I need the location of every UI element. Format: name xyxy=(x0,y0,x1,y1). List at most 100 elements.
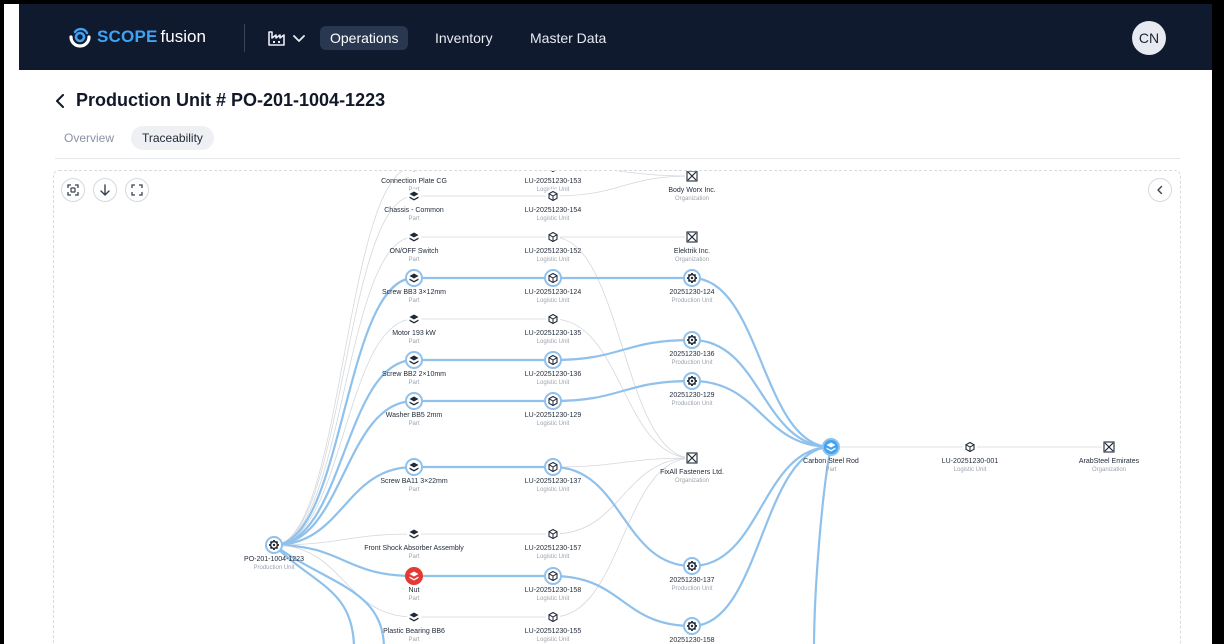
graph-node-p3[interactable]: Screw BB3 3×12mm Part xyxy=(382,269,446,304)
node-type-label: Part xyxy=(408,637,419,643)
graph-node-p10[interactable]: Plastic Bearing BB6 Part xyxy=(383,610,445,643)
graph-node-p6[interactable]: Washer BB5 2mm Part xyxy=(386,392,443,427)
node-label: LU-20251230-154 xyxy=(525,207,582,214)
node-label: Connection Plate CG xyxy=(381,178,447,185)
graph-node-l10[interactable]: LU-20251230-155 Logistic Unit xyxy=(525,610,582,643)
graph-node-l3[interactable]: LU-20251230-124 Logistic Unit xyxy=(525,269,582,304)
graph-node-l9[interactable]: LU-20251230-158 Logistic Unit xyxy=(525,567,582,602)
graph-node-l11[interactable]: LU-20251230-001 Logistic Unit xyxy=(942,440,999,473)
node-type-label: Part xyxy=(408,554,419,560)
node-label: LU-20251230-157 xyxy=(525,545,582,552)
node-type-label: Organization xyxy=(1092,467,1126,473)
node-label: Carbon Steel Rod xyxy=(803,458,859,465)
graph-edge xyxy=(273,171,404,546)
graph-edge xyxy=(273,399,415,547)
tab-overview[interactable]: Overview xyxy=(53,126,125,150)
chevron-left-icon xyxy=(56,94,64,108)
graph-node-p7[interactable]: Screw BA11 3×22mm Part xyxy=(380,458,448,493)
graph-node-l2[interactable]: LU-20251230-152 Logistic Unit xyxy=(525,230,582,263)
graph-node-l4[interactable]: LU-20251230-135 Logistic Unit xyxy=(525,312,582,345)
node-label: LU-20251230-153 xyxy=(525,178,582,185)
node-type-label: Organization xyxy=(675,478,709,484)
node-type-label: Logistic Unit xyxy=(537,554,570,560)
section-divider xyxy=(55,158,1180,159)
top-navigation-bar: SCOPE fusion Operations Inventory Master… xyxy=(19,4,1212,70)
logo-mark-icon xyxy=(69,27,91,48)
node-type-label: Organization xyxy=(675,196,709,202)
graph-edge xyxy=(273,236,415,546)
graph-node-p2[interactable]: ON/OFF Switch Part xyxy=(389,230,439,263)
header-divider xyxy=(244,24,245,52)
node-type-label: Part xyxy=(408,487,419,493)
node-label: Screw BA11 3×22mm xyxy=(380,478,448,485)
graph-node-u1[interactable]: 20251230-124 Production Unit xyxy=(669,269,715,304)
node-label: Elektrik Inc. xyxy=(674,248,710,255)
focus-frame-icon xyxy=(67,184,79,196)
graph-node-p1[interactable]: Chassis - Common Part xyxy=(384,189,444,222)
node-label: Screw BB3 3×12mm xyxy=(382,289,446,296)
download-button[interactable] xyxy=(93,178,117,202)
gear-icon xyxy=(687,273,697,283)
node-type-label: Logistic Unit xyxy=(537,298,570,304)
fit-view-button[interactable] xyxy=(61,178,85,202)
graph-edge xyxy=(273,318,415,546)
collapse-panel-button[interactable] xyxy=(1148,178,1172,202)
graph-node-p5[interactable]: Screw BB2 2×10mm Part xyxy=(382,351,446,386)
node-label: Motor 193 kW xyxy=(392,330,436,337)
graph-node-p4[interactable]: Motor 193 kW Part xyxy=(392,312,436,345)
gear-icon xyxy=(687,335,697,345)
site-switcher-button[interactable] xyxy=(267,26,311,50)
node-type-label: Part xyxy=(408,216,419,222)
graph-node-l7[interactable]: LU-20251230-137 Logistic Unit xyxy=(525,458,582,493)
node-type-label: Part xyxy=(408,380,419,386)
main-content: Production Unit # PO-201-1004-1223 Overv… xyxy=(19,70,1212,644)
back-button[interactable] xyxy=(55,90,71,112)
node-type-label: Production Unit xyxy=(671,586,712,592)
node-label: ArabSteel Emirates xyxy=(1079,458,1140,465)
node-type-label: Part xyxy=(408,339,419,345)
nav-item-inventory[interactable]: Inventory xyxy=(425,26,503,50)
scopefusion-logo[interactable]: SCOPE fusion xyxy=(67,24,206,50)
page-title: Production Unit # PO-201-1004-1223 xyxy=(76,90,386,110)
graph-node-o2[interactable]: Elektrik Inc. Organization xyxy=(674,230,710,263)
node-label: Screw BB2 2×10mm xyxy=(382,371,446,378)
node-label: LU-20251230-152 xyxy=(525,248,582,255)
graph-node-l5[interactable]: LU-20251230-136 Logistic Unit xyxy=(525,351,582,386)
node-type-label: Logistic Unit xyxy=(537,216,570,222)
node-type-label: Production Unit xyxy=(253,565,294,571)
app-window: SCOPE fusion Operations Inventory Master… xyxy=(4,4,1212,644)
traceability-graph[interactable]: PO-201-1004-1223 Production Unit Connectio… xyxy=(54,171,1181,644)
node-label: Washer BB5 2mm xyxy=(386,412,443,419)
fullscreen-button[interactable] xyxy=(125,178,149,202)
node-label: LU-20251230-135 xyxy=(525,330,582,337)
gear-icon xyxy=(687,376,697,386)
node-type-label: Production Unit xyxy=(671,298,712,304)
graph-node-l6[interactable]: LU-20251230-129 Logistic Unit xyxy=(525,392,582,427)
node-label: 20251230-136 xyxy=(669,351,714,358)
graph-node-o3[interactable]: FixAll Fasteners Ltd. Organization xyxy=(660,451,724,484)
nav-item-master-data[interactable]: Master Data xyxy=(520,26,616,50)
node-type-label: Production Unit xyxy=(671,401,712,407)
node-type-label: Part xyxy=(408,421,419,427)
graph-node-o4[interactable]: ArabSteel Emirates Organization xyxy=(1079,440,1140,473)
node-label: ON/OFF Switch xyxy=(389,248,438,255)
tab-traceability[interactable]: Traceability xyxy=(131,126,214,150)
graph-node-p8[interactable]: Front Shock Absorber Assembly Part xyxy=(364,527,464,560)
user-avatar[interactable]: CN xyxy=(1132,21,1166,55)
node-type-label: Part xyxy=(408,596,419,602)
nav-item-operations[interactable]: Operations xyxy=(320,26,409,50)
node-type-label: Logistic Unit xyxy=(537,637,570,643)
node-label: PO-201-1004-1223 xyxy=(244,556,304,563)
graph-node-u2[interactable]: 20251230-136 Production Unit xyxy=(669,331,715,366)
node-type-label: Logistic Unit xyxy=(537,257,570,263)
node-label: Nut xyxy=(409,587,420,594)
graph-node-u3[interactable]: 20251230-129 Production Unit xyxy=(669,372,715,407)
logo-brand-text: SCOPE xyxy=(97,27,158,46)
node-label: LU-20251230-137 xyxy=(525,478,582,485)
gear-icon xyxy=(269,540,279,550)
traceability-graph-canvas[interactable]: PO-201-1004-1223 Production Unit Connectio… xyxy=(53,170,1181,644)
graph-node-l1[interactable]: LU-20251230-154 Logistic Unit xyxy=(525,189,582,222)
node-label: 20251230-129 xyxy=(669,392,714,399)
graph-node-p9[interactable]: Nut Part xyxy=(405,567,423,602)
node-type-label: Production Unit xyxy=(671,360,712,366)
